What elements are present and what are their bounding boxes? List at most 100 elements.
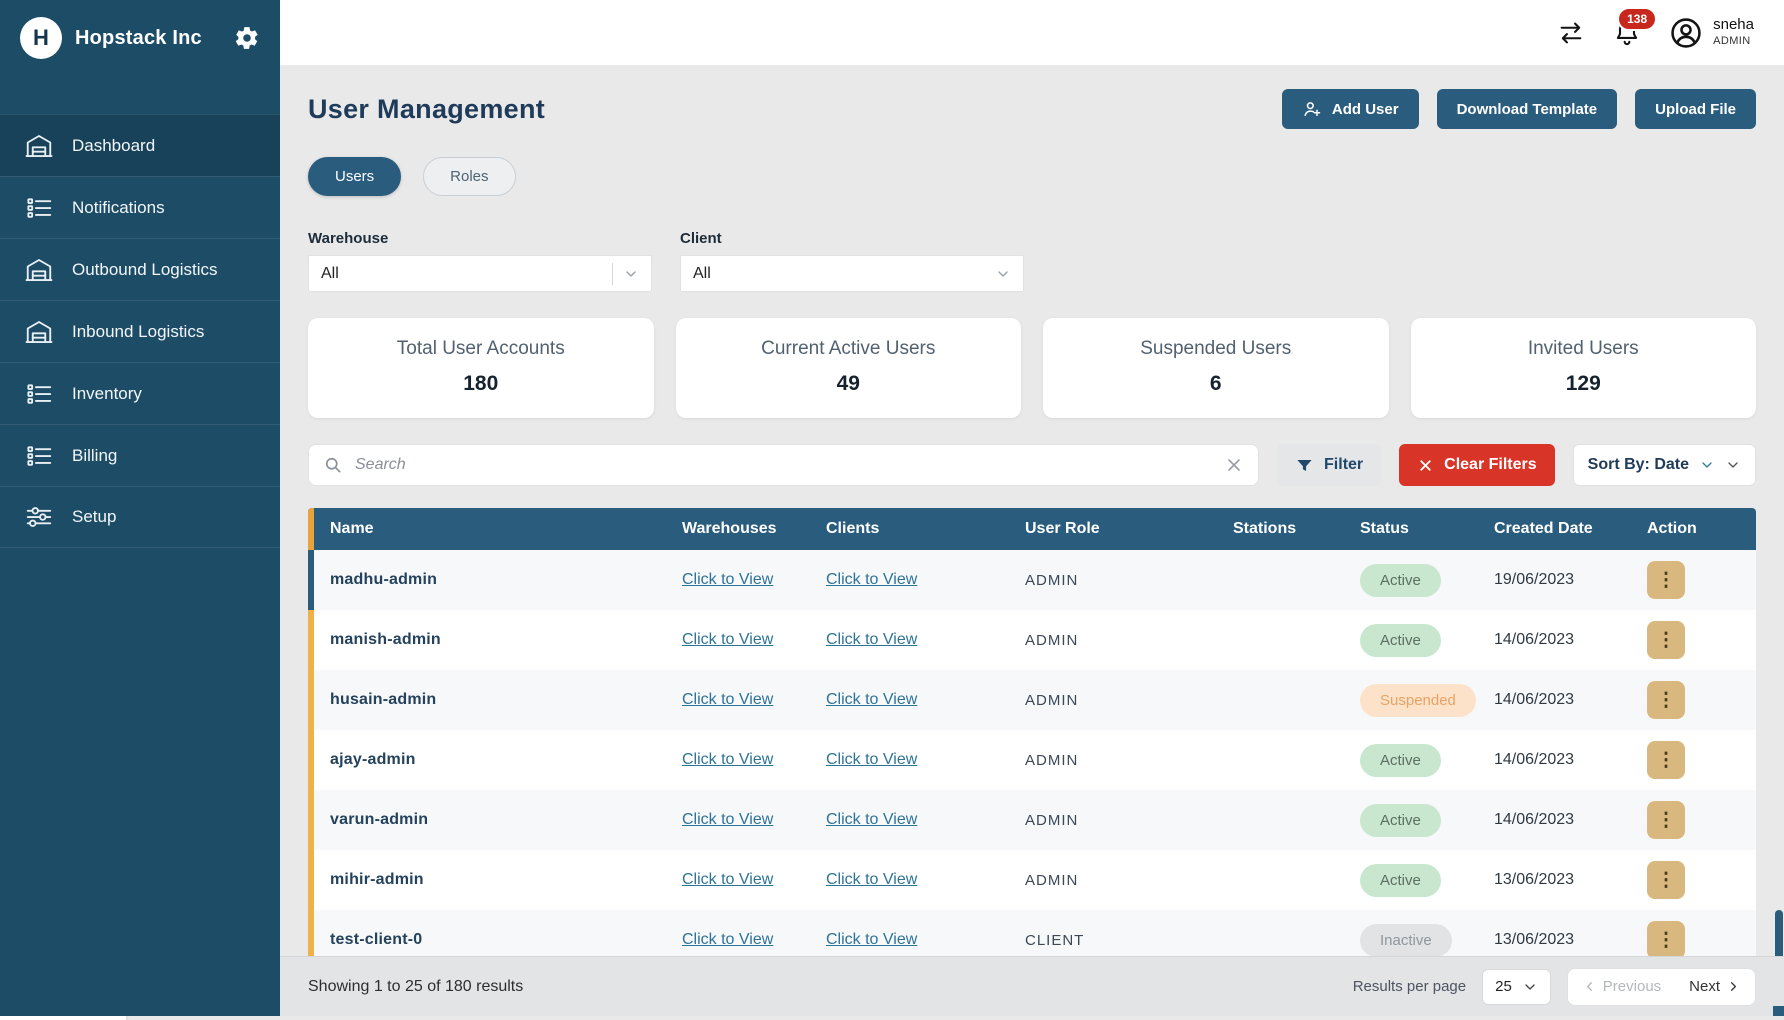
search-box (308, 444, 1259, 486)
warehouses-link[interactable]: Click to View (682, 691, 773, 708)
sort-by-dropdown[interactable]: Sort By: Date (1573, 444, 1756, 486)
clients-link[interactable]: Click to View (826, 811, 917, 828)
stat-current-active-users: Current Active Users 49 (676, 318, 1022, 418)
table-row: manish-admin Click to View Click to View… (308, 610, 1756, 670)
tab-users[interactable]: Users (308, 157, 401, 196)
clients-link[interactable]: Click to View (826, 571, 917, 588)
clients-link[interactable]: Click to View (826, 871, 917, 888)
inbound-logistics-icon (24, 317, 54, 347)
clear-filters-button[interactable]: Clear Filters (1399, 444, 1554, 486)
notifications-bell-icon[interactable]: 138 (1613, 19, 1641, 47)
switch-warehouse-icon[interactable] (1557, 19, 1585, 47)
select-divider (612, 263, 613, 285)
vertical-scrollbar-thumb[interactable] (1775, 910, 1783, 956)
client-select-value: All (693, 265, 711, 283)
table-header: Name Warehouses Clients User Role Statio… (308, 508, 1756, 550)
sidebar-item-label: Notifications (72, 198, 165, 218)
pagination: Previous Next (1567, 968, 1756, 1006)
warehouses-link[interactable]: Click to View (682, 811, 773, 828)
row-actions-kebab-button[interactable]: ⋮ (1647, 741, 1685, 779)
sidebar-item-setup[interactable]: Setup (0, 486, 280, 548)
status-badge: Active (1360, 624, 1441, 657)
row-actions-kebab-button[interactable]: ⋮ (1647, 801, 1685, 839)
search-icon (323, 455, 343, 475)
clients-link[interactable]: Click to View (826, 931, 917, 948)
content: User Management Add User Download Templa… (280, 65, 1784, 956)
kebab-icon: ⋮ (1657, 629, 1676, 652)
status-badge: Inactive (1360, 924, 1452, 957)
search-input[interactable] (355, 456, 1212, 474)
row-actions-kebab-button[interactable]: ⋮ (1647, 681, 1685, 719)
sidebar-item-label: Dashboard (72, 136, 155, 156)
row-actions-kebab-button[interactable]: ⋮ (1647, 561, 1685, 599)
download-template-button[interactable]: Download Template (1437, 89, 1618, 129)
settings-gear-icon[interactable] (234, 25, 260, 51)
warehouses-link[interactable]: Click to View (682, 571, 773, 588)
clear-filters-label: Clear Filters (1444, 456, 1536, 474)
warehouses-link[interactable]: Click to View (682, 871, 773, 888)
avatar-icon (1669, 16, 1703, 50)
row-role: ADMIN (1017, 692, 1225, 709)
row-name: test-client-0 (314, 931, 674, 949)
row-date: 14/06/2023 (1486, 631, 1639, 649)
table-row: test-client-0 Click to View Click to Vie… (308, 910, 1756, 956)
sidebar-item-inventory[interactable]: Inventory (0, 362, 280, 424)
brand-name: Hopstack Inc (75, 27, 221, 50)
sidebar-item-billing[interactable]: Billing (0, 424, 280, 486)
col-status: Status (1352, 520, 1486, 538)
row-date: 19/06/2023 (1486, 571, 1639, 589)
user-menu[interactable]: sneha ADMIN (1669, 16, 1754, 50)
col-action: Action (1639, 520, 1756, 538)
app-root: H Hopstack Inc Dashboard Notifications O… (0, 0, 1784, 1016)
row-role: ADMIN (1017, 632, 1225, 649)
filter-button[interactable]: Filter (1277, 444, 1381, 486)
sidebar-item-notifications[interactable]: Notifications (0, 176, 280, 238)
warehouses-link[interactable]: Click to View (682, 751, 773, 768)
warehouses-link[interactable]: Click to View (682, 931, 773, 948)
row-actions-kebab-button[interactable]: ⋮ (1647, 621, 1685, 659)
row-name: husain-admin (314, 691, 674, 709)
chevron-down-icon (1699, 457, 1715, 473)
sidebar-item-inbound-logistics[interactable]: Inbound Logistics (0, 300, 280, 362)
col-name: Name (314, 520, 674, 538)
status-badge: Active (1360, 864, 1441, 897)
header-actions: Add User Download Template Upload File (1282, 89, 1756, 129)
col-stations: Stations (1225, 520, 1352, 538)
add-user-button[interactable]: Add User (1282, 89, 1419, 129)
next-page-button[interactable]: Next (1675, 969, 1755, 1005)
footer-bar: Showing 1 to 25 of 180 results Results p… (280, 956, 1784, 1016)
dashboard-icon (24, 131, 54, 161)
client-filter-group: Client All (680, 230, 1024, 292)
upload-file-button[interactable]: Upload File (1635, 89, 1756, 129)
topbar: 138 sneha ADMIN (280, 0, 1784, 65)
clear-search-icon[interactable] (1224, 455, 1244, 475)
kebab-icon: ⋮ (1657, 689, 1676, 712)
previous-page-button[interactable]: Previous (1568, 969, 1675, 1005)
row-actions-kebab-button[interactable]: ⋮ (1647, 921, 1685, 956)
sidebar-item-dashboard[interactable]: Dashboard (0, 114, 280, 176)
billing-icon (24, 441, 54, 471)
page-header: User Management Add User Download Templa… (308, 89, 1756, 129)
clients-link[interactable]: Click to View (826, 691, 917, 708)
col-user-role: User Role (1017, 520, 1225, 538)
clients-link[interactable]: Click to View (826, 631, 917, 648)
user-role: ADMIN (1713, 35, 1754, 49)
stat-total-user-accounts: Total User Accounts 180 (308, 318, 654, 418)
page-size-value: 25 (1495, 978, 1512, 995)
row-role: CLIENT (1017, 932, 1225, 949)
warehouse-select[interactable]: All (308, 255, 652, 292)
client-select[interactable]: All (680, 255, 1024, 292)
row-role: ADMIN (1017, 872, 1225, 889)
sidebar-item-outbound-logistics[interactable]: Outbound Logistics (0, 238, 280, 300)
upload-file-label: Upload File (1655, 101, 1736, 118)
row-date: 13/06/2023 (1486, 871, 1639, 889)
row-actions-kebab-button[interactable]: ⋮ (1647, 861, 1685, 899)
page-size-select[interactable]: 25 (1482, 969, 1551, 1005)
add-user-label: Add User (1332, 101, 1399, 118)
warehouses-link[interactable]: Click to View (682, 631, 773, 648)
tab-roles[interactable]: Roles (423, 157, 515, 196)
kebab-icon: ⋮ (1657, 929, 1676, 952)
row-name: madhu-admin (314, 571, 674, 589)
clients-link[interactable]: Click to View (826, 751, 917, 768)
add-user-icon (1302, 99, 1322, 119)
